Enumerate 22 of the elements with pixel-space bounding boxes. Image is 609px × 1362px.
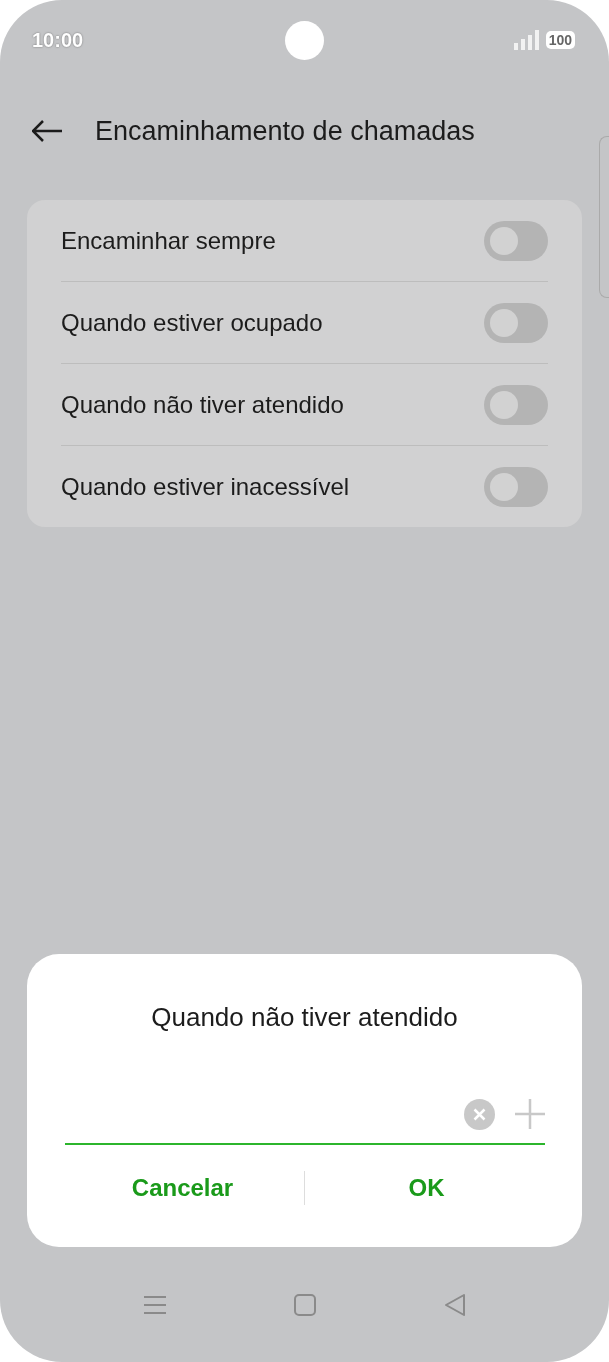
back-arrow-icon[interactable]: [32, 120, 63, 142]
toggle-switch[interactable]: [484, 220, 548, 261]
menu-icon[interactable]: [143, 1294, 166, 1315]
home-icon[interactable]: [293, 1293, 316, 1316]
setting-label: Encaminhar sempre: [61, 226, 276, 255]
setting-label: Quando não tiver atendido: [61, 390, 344, 419]
back-icon[interactable]: [443, 1292, 466, 1317]
toggle-switch[interactable]: [484, 302, 548, 343]
dialog-title: Quando não tiver atendido: [151, 1002, 458, 1033]
toggle-switch[interactable]: [484, 466, 548, 507]
battery-indicator: 100: [545, 31, 575, 49]
clock: 10:00: [32, 28, 84, 52]
setting-label: Quando estiver inacessível: [61, 472, 350, 501]
clear-icon[interactable]: [463, 1098, 495, 1130]
toggle-switch[interactable]: [484, 384, 548, 425]
page-title: Encaminhamento de chamadas: [95, 115, 475, 147]
ok-button[interactable]: OK: [305, 1163, 548, 1213]
plus-icon[interactable]: [514, 1099, 545, 1129]
setting-label: Quando estiver ocupado: [61, 308, 323, 337]
camera-hole: [285, 21, 324, 60]
cancel-button[interactable]: Cancelar: [61, 1163, 304, 1213]
signal-icon: [513, 30, 540, 50]
